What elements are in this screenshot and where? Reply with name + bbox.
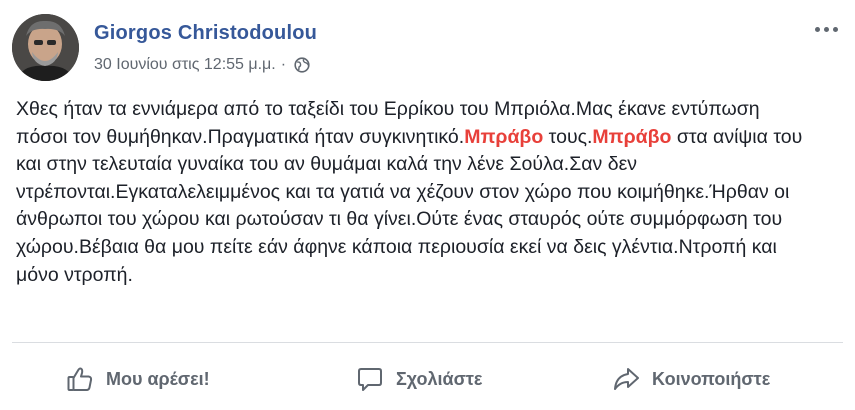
dot [832,26,838,32]
more-options-icon[interactable] [811,20,841,38]
post-text: Χθες ήταν τα εννιάμερα από το ταξείδι το… [16,96,816,289]
divider [12,342,843,343]
thumbs-up-icon [67,367,93,391]
share-button[interactable]: Κοινοποιήστε [612,362,770,396]
comment-label: Σχολιάστε [396,368,483,389]
share-label: Κοινοποιήστε [652,368,771,389]
facebook-post: Giorgos Christodoulou 30 Ιουνίου στις 12… [0,0,855,410]
post-text-segment: τους. [543,125,593,148]
post-timestamp[interactable]: 30 Ιουνίου στις 12:55 μ.μ. [94,56,276,74]
post-text-segment: στα ανίψια του και στην τελευταία γυναίκ… [16,125,803,286]
highlighted-word: Μπράβο [464,125,544,148]
like-button[interactable]: Μου αρέσει! [66,362,210,396]
comment-button[interactable]: Σχολιάστε [356,362,482,396]
like-label: Μου αρέσει! [106,368,210,389]
post-meta: 30 Ιουνίου στις 12:55 μ.μ. · [94,56,310,74]
dot [814,26,820,32]
globe-icon[interactable] [294,57,310,73]
avatar-photo [12,14,79,81]
highlighted-word: Μπράβο [592,125,672,148]
avatar[interactable] [12,14,79,81]
share-icon [614,368,639,390]
dot [823,26,829,32]
meta-separator: · [280,56,287,73]
comment-icon [358,368,382,391]
author-name[interactable]: Giorgos Christodoulou [94,22,317,45]
